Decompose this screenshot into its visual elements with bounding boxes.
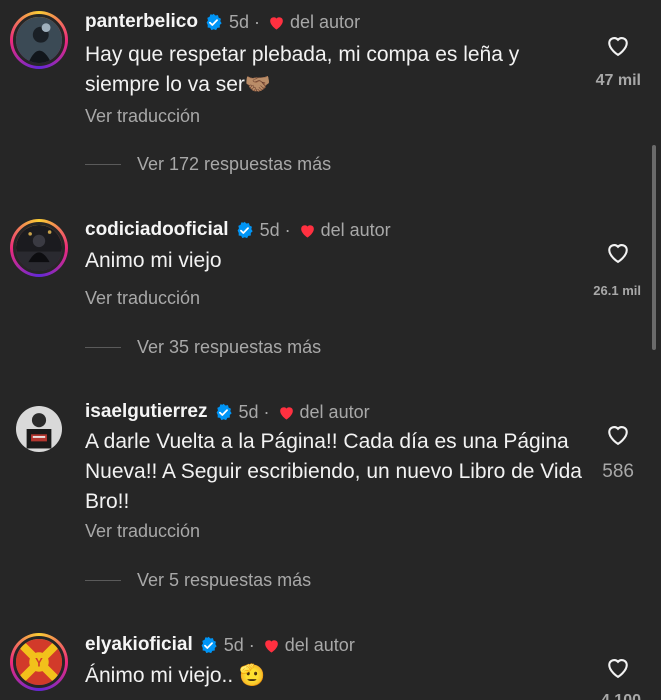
- comment-time: 5d: [223, 634, 244, 655]
- comment-text: Hay que respetar plebada, mi compa es le…: [85, 43, 520, 96]
- separator-dot: ·: [254, 11, 261, 32]
- like-outline-icon[interactable]: [603, 653, 633, 681]
- like-count: 4.100: [601, 692, 641, 700]
- replies-divider: [85, 580, 121, 581]
- heart-icon: [279, 406, 293, 420]
- verified-badge-icon: [237, 221, 253, 238]
- comment-time: 5d: [238, 401, 259, 422]
- avatar[interactable]: [10, 219, 68, 277]
- comment-username[interactable]: isaelgutierrez: [85, 401, 208, 423]
- comment-text: A darle Vuelta a la Página!! Cada día es…: [85, 430, 582, 513]
- view-replies-button[interactable]: Ver 5 respuestas más: [85, 570, 311, 591]
- comment-username[interactable]: panterbelico: [85, 11, 198, 33]
- liked-by-author-label: del autor: [284, 634, 355, 655]
- scrollbar[interactable]: [652, 145, 656, 350]
- liked-by-author-label: del autor: [320, 219, 391, 240]
- view-replies-label: Ver 5 respuestas más: [137, 570, 312, 590]
- avatar[interactable]: [10, 11, 68, 69]
- separator-dot: ·: [263, 401, 270, 422]
- view-replies-button[interactable]: Ver 35 respuestas más: [85, 337, 321, 358]
- verified-badge-icon: [216, 403, 232, 420]
- heart-icon: [300, 224, 314, 238]
- liked-by-author-label: del autor: [299, 401, 370, 422]
- like-outline-icon[interactable]: [603, 420, 633, 448]
- liked-by-author-label: del autor: [290, 11, 361, 32]
- heart-icon: [270, 16, 283, 30]
- verified-badge-icon: [206, 13, 222, 30]
- avatar[interactable]: Y: [10, 633, 68, 691]
- view-replies-label: Ver 172 respuestas más: [137, 154, 332, 174]
- separator-dot: ·: [248, 634, 255, 655]
- see-translation-link[interactable]: Ver traducción: [85, 521, 200, 542]
- separator-dot: ·: [284, 219, 291, 240]
- view-replies-label: Ver 35 respuestas más: [137, 337, 322, 357]
- comment-text: Ánimo mi viejo.. 🫡: [85, 664, 266, 687]
- like-count: 47 mil: [595, 72, 641, 89]
- verified-badge-icon: [201, 636, 217, 653]
- comment-username[interactable]: codiciadooficial: [85, 219, 229, 241]
- heart-icon: [264, 639, 278, 653]
- see-translation-link[interactable]: Ver traducción: [85, 288, 200, 309]
- comment-username[interactable]: elyakioficial: [85, 634, 193, 656]
- view-replies-button[interactable]: Ver 172 respuestas más: [85, 154, 331, 175]
- like-outline-icon[interactable]: [603, 31, 633, 59]
- comment-time: 5d: [228, 11, 250, 32]
- avatar[interactable]: [10, 400, 68, 458]
- like-count: 586: [602, 461, 634, 482]
- replies-divider: [85, 347, 121, 348]
- like-outline-icon[interactable]: [603, 238, 633, 266]
- comment-text: Animo mi viejo: [85, 249, 222, 272]
- see-translation-link[interactable]: Ver traducción: [85, 106, 200, 127]
- comment-time: 5d: [259, 219, 280, 240]
- svg-text:Y: Y: [35, 657, 43, 669]
- like-count: 26.1 mil: [593, 283, 641, 298]
- replies-divider: [85, 164, 121, 165]
